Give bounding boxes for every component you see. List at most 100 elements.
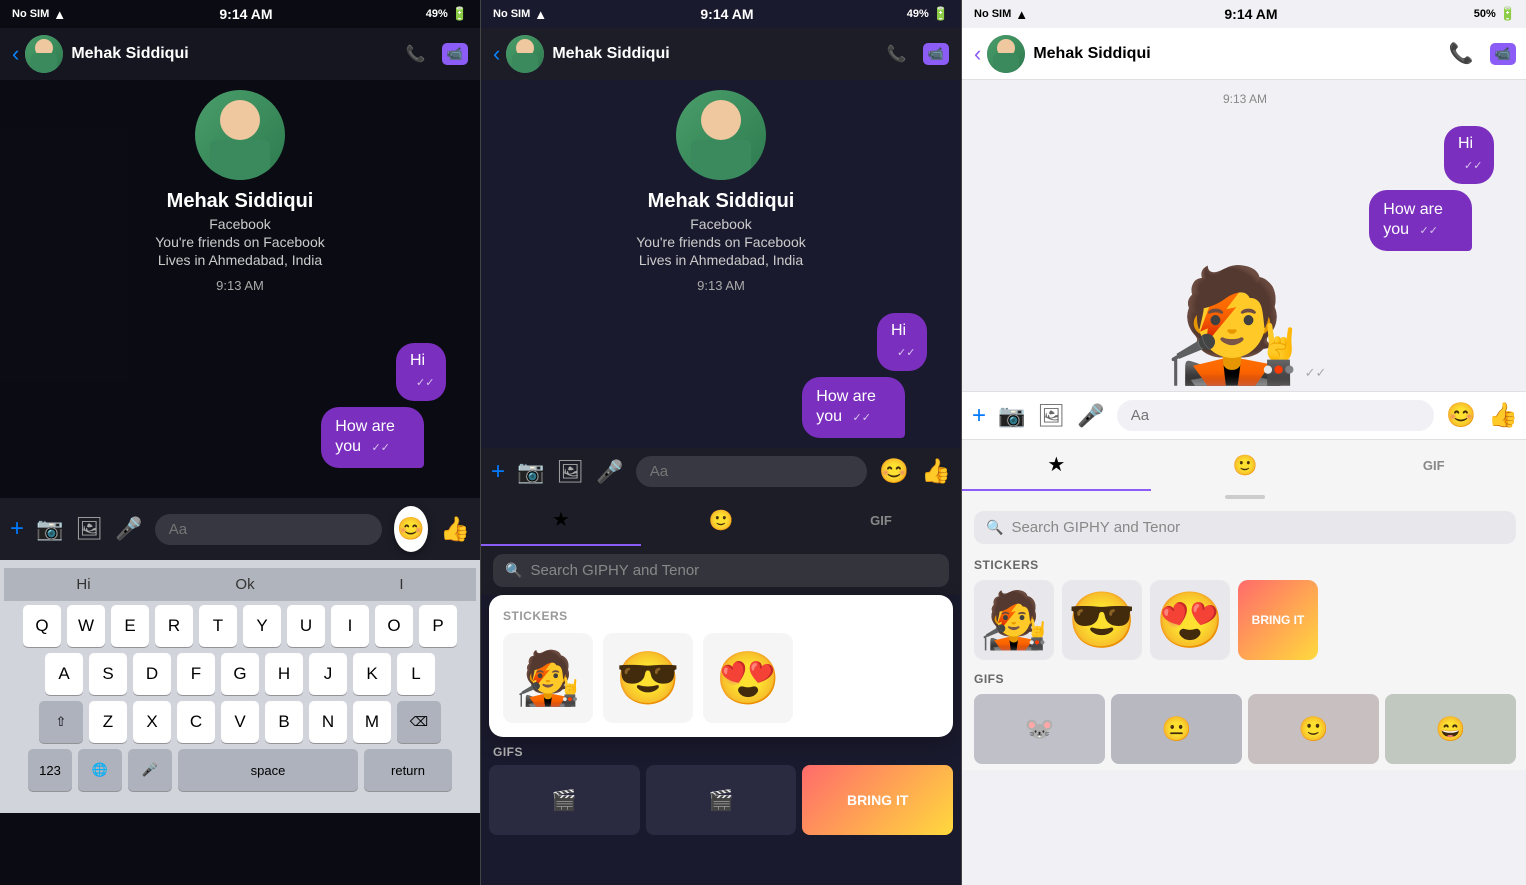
key-t[interactable]: T — [199, 605, 237, 647]
time-label-1: 9:14 AM — [219, 6, 272, 22]
key-o[interactable]: O — [375, 605, 413, 647]
sticker-cell-4-3[interactable]: BRING IT — [1238, 580, 1318, 660]
back-button-3[interactable]: ‹ — [974, 41, 981, 67]
phone-icon-3[interactable]: 📞 — [1449, 41, 1474, 66]
key-w[interactable]: W — [67, 605, 105, 647]
picker-tab-sticker-2[interactable]: 🙂 — [641, 495, 801, 546]
sticker-cell-1-3[interactable]: 🧑‍🎤 — [974, 580, 1054, 660]
key-z[interactable]: Z — [89, 701, 127, 743]
picker-tab-star-3[interactable]: ★ — [962, 440, 1151, 491]
picker-tab-gif-2[interactable]: GIF — [801, 495, 961, 546]
emoji-button-3[interactable]: 😊 — [1446, 401, 1476, 430]
mic-button-3[interactable]: 🎤 — [1077, 403, 1104, 429]
stickers-label-3: STICKERS — [974, 558, 1516, 572]
sticker-item-3-2[interactable]: 😍 — [703, 633, 793, 723]
sticker-item-2-2[interactable]: 😎 — [603, 633, 693, 723]
gifs-grid-3: 🐭 😐 🙂 😄 — [974, 694, 1516, 764]
battery-icon-1: 🔋 — [452, 6, 468, 22]
key-f[interactable]: F — [177, 653, 215, 695]
key-i[interactable]: I — [331, 605, 369, 647]
picker-tab-gif-3[interactable]: GIF — [1339, 440, 1526, 491]
gif-cell-1-3[interactable]: 🐭 — [974, 694, 1105, 764]
video-icon-1[interactable]: 📹 — [442, 43, 468, 65]
key-l[interactable]: L — [397, 653, 435, 695]
msg-text-hi-3: Hi — [1458, 135, 1473, 152]
gif-cell-2-2[interactable]: 🎬 — [646, 765, 797, 835]
sticker-cell-2-3[interactable]: 😎 — [1062, 580, 1142, 660]
search-icon-2: 🔍 — [505, 562, 522, 579]
key-e[interactable]: E — [111, 605, 149, 647]
key-123[interactable]: 123 — [28, 749, 72, 791]
key-d[interactable]: D — [133, 653, 171, 695]
message-input-1[interactable] — [155, 514, 382, 545]
key-b[interactable]: B — [265, 701, 303, 743]
key-q[interactable]: Q — [23, 605, 61, 647]
like-button-1[interactable]: 👍 — [440, 515, 470, 544]
key-mic-kb[interactable]: 🎤 — [128, 749, 172, 791]
key-a[interactable]: A — [45, 653, 83, 695]
add-button-3[interactable]: + — [972, 402, 986, 430]
sticker-item-1-2[interactable]: 🧑‍🎤 — [503, 633, 593, 723]
key-u[interactable]: U — [287, 605, 325, 647]
gif-cell-1-2[interactable]: 🎬 — [489, 765, 640, 835]
phone-icon-2[interactable]: 📞 — [887, 44, 907, 64]
key-delete[interactable]: ⌫ — [397, 701, 441, 743]
emoji-circle-button-1[interactable]: 😊 — [394, 506, 428, 552]
picker-tab-sticker-3[interactable]: 🙂 — [1151, 440, 1340, 491]
key-s[interactable]: S — [89, 653, 127, 695]
gif-cell-2-3[interactable]: 😐 — [1111, 694, 1242, 764]
large-avatar-person-2 — [676, 90, 766, 180]
image-button-1[interactable]: 🖼 — [75, 516, 103, 542]
key-return[interactable]: return — [364, 749, 452, 791]
key-m[interactable]: M — [353, 701, 391, 743]
large-avatar-face-2 — [701, 100, 741, 140]
sticker-cell-3-3[interactable]: 😍 — [1150, 580, 1230, 660]
picker-tab-star-2[interactable]: ★ — [481, 495, 641, 546]
search-input-row-3[interactable]: 🔍 Search GIPHY and Tenor — [974, 511, 1516, 544]
key-h[interactable]: H — [265, 653, 303, 695]
image-button-3[interactable]: 🖼 — [1037, 403, 1065, 429]
gif-cell-3-3[interactable]: 🙂 — [1248, 694, 1379, 764]
phone-icon-1[interactable]: 📞 — [406, 44, 426, 64]
image-button-2[interactable]: 🖼 — [556, 459, 584, 485]
key-v[interactable]: V — [221, 701, 259, 743]
key-r[interactable]: R — [155, 605, 193, 647]
avatar-person-3 — [987, 35, 1025, 73]
message-input-3[interactable] — [1117, 400, 1434, 431]
like-button-2[interactable]: 👍 — [921, 457, 951, 486]
camera-button-3[interactable]: 📷 — [998, 403, 1025, 429]
gif-cell-4-3[interactable]: 😄 — [1385, 694, 1516, 764]
stickers-grid-3: 🧑‍🎤 😎 😍 BRING IT — [974, 580, 1516, 660]
key-c[interactable]: C — [177, 701, 215, 743]
key-globe[interactable]: 🌐 — [78, 749, 122, 791]
key-shift[interactable]: ⇧ — [39, 701, 83, 743]
key-space[interactable]: space — [178, 749, 358, 791]
mic-button-1[interactable]: 🎤 — [115, 516, 142, 542]
mic-button-2[interactable]: 🎤 — [596, 459, 623, 485]
key-n[interactable]: N — [309, 701, 347, 743]
camera-button-1[interactable]: 📷 — [36, 516, 63, 542]
suggestion-hi-1[interactable]: Hi — [66, 574, 100, 595]
message-input-2[interactable] — [636, 456, 867, 487]
video-icon-3[interactable]: 📹 — [1490, 43, 1516, 65]
back-button-1[interactable]: ‹ — [12, 41, 19, 67]
key-y[interactable]: Y — [243, 605, 281, 647]
wifi-icon-2: ▲ — [534, 7, 547, 22]
suggestion-ok-1[interactable]: Ok — [225, 574, 264, 595]
add-button-2[interactable]: + — [491, 458, 505, 486]
suggestion-i-1[interactable]: I — [389, 574, 413, 595]
back-button-2[interactable]: ‹ — [493, 41, 500, 67]
like-button-3[interactable]: 👍 — [1488, 401, 1518, 430]
emoji-button-2[interactable]: 😊 — [879, 457, 909, 486]
status-left-3: No SIM ▲ — [974, 7, 1028, 22]
key-j[interactable]: J — [309, 653, 347, 695]
key-p[interactable]: P — [419, 605, 457, 647]
key-x[interactable]: X — [133, 701, 171, 743]
profile-sub2-1: You're friends on Facebook — [155, 234, 325, 250]
key-k[interactable]: K — [353, 653, 391, 695]
camera-button-2[interactable]: 📷 — [517, 459, 544, 485]
video-icon-2[interactable]: 📹 — [923, 43, 949, 65]
key-g[interactable]: G — [221, 653, 259, 695]
add-button-1[interactable]: + — [10, 515, 24, 543]
gif-cell-3-2[interactable]: BRING IT — [802, 765, 953, 835]
